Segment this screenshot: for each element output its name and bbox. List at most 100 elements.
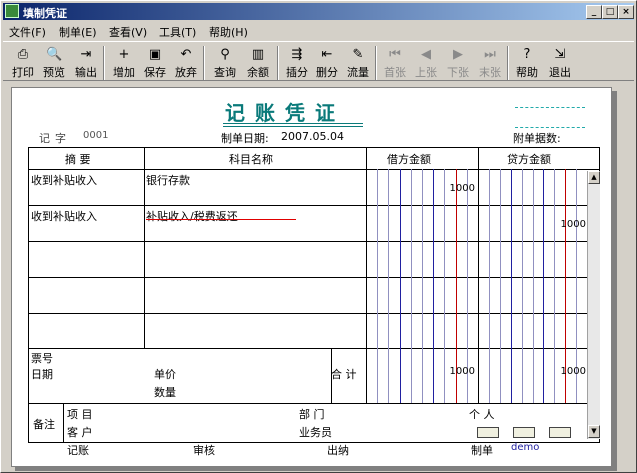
bill-number-label: 票号 (31, 352, 53, 365)
menu-bar: 文件(F) 制单(E) 查看(V) 工具(T) 帮助(H) (3, 21, 634, 39)
toolbar-label: 首张 (384, 66, 406, 79)
person-label: 个 人 (469, 408, 495, 421)
toolbar-separator (507, 46, 509, 80)
voucher-type-label: 记 (39, 132, 50, 145)
next-icon: ▶ (453, 47, 463, 62)
help-icon: ? (523, 47, 531, 62)
row-debit[interactable]: 1000 (435, 183, 475, 194)
amount-gridline (543, 169, 544, 403)
amount-gridline (533, 169, 534, 403)
toolbar-button-15[interactable]: ? 帮助 (513, 45, 541, 81)
grid-hline (29, 403, 599, 404)
toolbar-button-16[interactable]: ⇲ 退出 (545, 45, 575, 81)
close-button[interactable]: × (618, 5, 634, 19)
voucher-grid: 摘 要科目名称 借方金额 贷方金额 收到补贴收入 银行存款 1000 收到补贴收入 补贴收入/… (28, 147, 600, 443)
toolbar-button-8[interactable]: ⇶ 插分 (283, 45, 311, 81)
posted-by-label: 记账 (67, 444, 89, 457)
title-underline (223, 123, 363, 124)
toolbar-separator (203, 46, 205, 80)
preview-icon: 🔍 (46, 47, 63, 62)
menu-voucher[interactable]: 制单(E) (59, 24, 97, 40)
first-icon: ⏮ (389, 47, 401, 62)
toolbar-separator (103, 46, 105, 80)
toolbar-button-6[interactable]: ⚲ 查询 (209, 45, 241, 81)
date-label: 制单日期: (221, 132, 269, 145)
title-bar[interactable]: 填制凭证 _ □ × (3, 3, 634, 20)
attachments-label: 附单据数: (513, 132, 561, 145)
scroll-down-button[interactable]: ▼ (588, 425, 600, 438)
toolbar-label: 退出 (549, 66, 571, 79)
amount-gridline (433, 169, 434, 403)
toolbar-button-9[interactable]: ⇤ 删分 (313, 45, 341, 81)
header-summary: 摘 要 (65, 153, 91, 166)
toolbar-label: 输出 (75, 66, 97, 79)
customer-label: 客 户 (67, 426, 93, 439)
row-account[interactable]: 银行存款 (146, 172, 190, 188)
row-account[interactable]: 补贴收入/税费返还 (146, 208, 238, 224)
toolbar-button-13[interactable]: ▶ 下张 (443, 45, 473, 81)
amount-gridline (511, 169, 512, 403)
exit-icon: ⇲ (554, 47, 566, 62)
header-account: 科目名称 (229, 153, 273, 166)
date-value[interactable]: 2007.05.04 (281, 130, 344, 143)
toolbar-button-12[interactable]: ◀ 上张 (411, 45, 441, 81)
grid-vline (366, 148, 367, 403)
amount-gridline (400, 169, 401, 403)
toolbar-label: 余额 (247, 66, 269, 79)
dashed-line (515, 107, 585, 108)
toolbar-button-5[interactable]: ↶ 放弃 (171, 45, 201, 81)
unit-price-label: 单价 (154, 368, 176, 381)
toolbar-button-1[interactable]: 🔍 预览 (39, 45, 69, 81)
voucher-number[interactable]: 0001 (83, 130, 108, 141)
export-icon: ⇥ (80, 47, 92, 62)
grid-vline (144, 148, 145, 348)
toolbar-button-7[interactable]: ▥ 余额 (243, 45, 273, 81)
toolbar-button-4[interactable]: ▣ 保存 (141, 45, 169, 81)
grid-hline (29, 348, 599, 349)
window-title: 填制凭证 (23, 7, 67, 20)
row-summary[interactable]: 收到补贴收入 (31, 172, 97, 188)
toolbar-label: 放弃 (175, 66, 197, 79)
toolbar-button-0[interactable]: ⎙ 打印 (9, 45, 37, 81)
toolbar-button-11[interactable]: ⏮ 首张 (381, 45, 409, 81)
amount-gridline (377, 169, 378, 403)
minimize-button[interactable]: _ (586, 5, 602, 19)
toolbar-button-2[interactable]: ⇥ 输出 (71, 45, 101, 81)
amount-gridline (522, 169, 523, 403)
undo-icon: ↶ (180, 47, 192, 62)
header-debit: 借方金额 (387, 153, 431, 166)
vertical-scrollbar[interactable]: ▲ ▼ (587, 171, 600, 439)
toolbar-label: 删分 (316, 66, 338, 79)
menu-help[interactable]: 帮助(H) (209, 24, 248, 40)
app-window: 填制凭证 _ □ × 文件(F) 制单(E) 查看(V) 工具(T) 帮助(H)… (0, 0, 637, 473)
scroll-up-button[interactable]: ▲ (588, 171, 600, 184)
row-summary[interactable]: 收到补贴收入 (31, 208, 97, 224)
toolbar-label: 插分 (286, 66, 308, 79)
insert-row-icon: ⇶ (291, 47, 303, 62)
header-credit: 贷方金额 (507, 153, 551, 166)
toolbar-label: 预览 (43, 66, 65, 79)
toolbar: ⎙ 打印 🔍 预览 ⇥ 输出 + 增加 ▣ 保存 ↶ 放弃 ⚲ 查询 ▥ 余额 ⇶ 插分 ⇤ 删分 ✎ 流量 ⏮ 首张 ◀ 上张 ▶… (3, 41, 634, 81)
total-debit: 1000 (449, 366, 475, 377)
toolbar-separator (375, 46, 377, 80)
row-credit[interactable]: 1000 (546, 219, 586, 230)
menu-tools[interactable]: 工具(T) (159, 24, 196, 40)
toolbar-button-14[interactable]: ⏭ 末张 (475, 45, 505, 81)
toolbar-button-3[interactable]: + 增加 (109, 45, 139, 81)
menu-view[interactable]: 查看(V) (109, 24, 147, 40)
dashed-line (515, 127, 585, 128)
toolbar-button-10[interactable]: ✎ 流量 (343, 45, 373, 81)
delete-row-icon: ⇤ (321, 47, 333, 62)
entry-icon-2[interactable] (549, 427, 571, 438)
toolbar-label: 打印 (12, 66, 34, 79)
entry-icon-0[interactable] (477, 427, 499, 438)
grid-hline (29, 277, 599, 278)
grid-hline (29, 241, 599, 242)
menu-file[interactable]: 文件(F) (9, 24, 46, 40)
amount-gridline (411, 169, 412, 403)
toolbar-label: 增加 (113, 66, 135, 79)
red-underline (146, 219, 296, 220)
maximize-button[interactable]: □ (602, 5, 618, 19)
entry-icon-1[interactable] (513, 427, 535, 438)
grid-hline (29, 313, 599, 314)
